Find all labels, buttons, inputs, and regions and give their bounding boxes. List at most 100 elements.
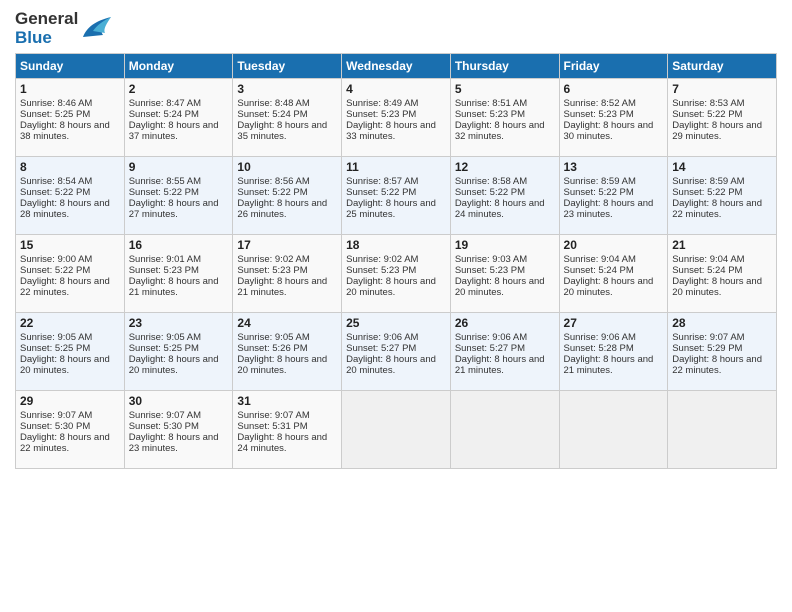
daylight-text: Daylight: 8 hours and 35 minutes. [237, 120, 327, 142]
sunset-text: Sunset: 5:22 PM [237, 187, 307, 198]
sunrise-text: Sunrise: 9:07 AM [672, 332, 744, 343]
calendar-cell: 13Sunrise: 8:59 AMSunset: 5:22 PMDayligh… [559, 157, 668, 235]
calendar-cell: 18Sunrise: 9:02 AMSunset: 5:23 PMDayligh… [342, 235, 451, 313]
day-number: 12 [455, 160, 555, 174]
day-number: 16 [129, 238, 229, 252]
sunset-text: Sunset: 5:23 PM [346, 265, 416, 276]
calendar-cell: 25Sunrise: 9:06 AMSunset: 5:27 PMDayligh… [342, 313, 451, 391]
day-header-wednesday: Wednesday [342, 54, 451, 79]
sunset-text: Sunset: 5:30 PM [20, 421, 90, 432]
sunrise-text: Sunrise: 9:03 AM [455, 254, 527, 265]
daylight-text: Daylight: 8 hours and 24 minutes. [237, 432, 327, 454]
daylight-text: Daylight: 8 hours and 20 minutes. [346, 276, 436, 298]
sunset-text: Sunset: 5:22 PM [20, 187, 90, 198]
daylight-text: Daylight: 8 hours and 21 minutes. [564, 354, 654, 376]
sunrise-text: Sunrise: 9:07 AM [237, 410, 309, 421]
day-number: 25 [346, 316, 446, 330]
daylight-text: Daylight: 8 hours and 29 minutes. [672, 120, 762, 142]
daylight-text: Daylight: 8 hours and 26 minutes. [237, 198, 327, 220]
sunrise-text: Sunrise: 9:05 AM [129, 332, 201, 343]
calendar-cell: 12Sunrise: 8:58 AMSunset: 5:22 PMDayligh… [450, 157, 559, 235]
calendar-cell: 28 Sunrise: 9:07 AMSunset: 5:29 PMDayligh… [668, 313, 777, 391]
sunset-text: Sunset: 5:24 PM [129, 109, 199, 120]
calendar-cell: 22Sunrise: 9:05 AMSunset: 5:25 PMDayligh… [16, 313, 125, 391]
daylight-text: Daylight: 8 hours and 25 minutes. [346, 198, 436, 220]
sunset-text: Sunset: 5:23 PM [564, 109, 634, 120]
calendar-cell: 20Sunrise: 9:04 AMSunset: 5:24 PMDayligh… [559, 235, 668, 313]
daylight-text: Daylight: 8 hours and 23 minutes. [564, 198, 654, 220]
day-number: 26 [455, 316, 555, 330]
calendar-cell: 15Sunrise: 9:00 AMSunset: 5:22 PMDayligh… [16, 235, 125, 313]
day-header-thursday: Thursday [450, 54, 559, 79]
daylight-text: Daylight: 8 hours and 22 minutes. [672, 354, 762, 376]
daylight-text: Daylight: 8 hours and 20 minutes. [672, 276, 762, 298]
calendar-cell: 4Sunrise: 8:49 AMSunset: 5:23 PMDaylight… [342, 79, 451, 157]
calendar-cell: 30Sunrise: 9:07 AMSunset: 5:30 PMDayligh… [124, 391, 233, 469]
sunset-text: Sunset: 5:22 PM [564, 187, 634, 198]
day-number: 5 [455, 82, 555, 96]
daylight-text: Daylight: 8 hours and 21 minutes. [237, 276, 327, 298]
calendar-cell: 1Sunrise: 8:46 AMSunset: 5:25 PMDaylight… [16, 79, 125, 157]
calendar-table: SundayMondayTuesdayWednesdayThursdayFrid… [15, 53, 777, 469]
sunrise-text: Sunrise: 8:55 AM [129, 176, 201, 187]
sunset-text: Sunset: 5:22 PM [129, 187, 199, 198]
daylight-text: Daylight: 8 hours and 38 minutes. [20, 120, 110, 142]
sunset-text: Sunset: 5:31 PM [237, 421, 307, 432]
daylight-text: Daylight: 8 hours and 20 minutes. [455, 276, 545, 298]
day-number: 14 [672, 160, 772, 174]
calendar-cell: 7Sunrise: 8:53 AMSunset: 5:22 PMDaylight… [668, 79, 777, 157]
sunset-text: Sunset: 5:22 PM [672, 109, 742, 120]
calendar-cell: 3Sunrise: 8:48 AMSunset: 5:24 PMDaylight… [233, 79, 342, 157]
day-number: 13 [564, 160, 664, 174]
logo-blue-text: Blue [15, 29, 78, 48]
calendar-cell: 5Sunrise: 8:51 AMSunset: 5:23 PMDaylight… [450, 79, 559, 157]
sunset-text: Sunset: 5:23 PM [455, 109, 525, 120]
logo: General Blue [15, 10, 111, 47]
daylight-text: Daylight: 8 hours and 22 minutes. [672, 198, 762, 220]
logo-bird-icon [81, 13, 111, 41]
sunset-text: Sunset: 5:23 PM [129, 265, 199, 276]
sunset-text: Sunset: 5:24 PM [672, 265, 742, 276]
sunrise-text: Sunrise: 8:59 AM [672, 176, 744, 187]
day-number: 9 [129, 160, 229, 174]
sunset-text: Sunset: 5:30 PM [129, 421, 199, 432]
day-number: 8 [20, 160, 120, 174]
sunrise-text: Sunrise: 8:54 AM [20, 176, 92, 187]
day-number: 30 [129, 394, 229, 408]
sunrise-text: Sunrise: 9:02 AM [237, 254, 309, 265]
sunrise-text: Sunrise: 9:07 AM [129, 410, 201, 421]
sunrise-text: Sunrise: 8:51 AM [455, 98, 527, 109]
header-row: General Blue [15, 10, 777, 47]
calendar-cell: 9Sunrise: 8:55 AMSunset: 5:22 PMDaylight… [124, 157, 233, 235]
sunrise-text: Sunrise: 8:47 AM [129, 98, 201, 109]
day-number: 1 [20, 82, 120, 96]
sunrise-text: Sunrise: 8:48 AM [237, 98, 309, 109]
daylight-text: Daylight: 8 hours and 20 minutes. [237, 354, 327, 376]
day-number: 31 [237, 394, 337, 408]
day-number: 24 [237, 316, 337, 330]
day-number: 28 [672, 316, 772, 330]
day-header-row: SundayMondayTuesdayWednesdayThursdayFrid… [16, 54, 777, 79]
calendar-week-row: 22Sunrise: 9:05 AMSunset: 5:25 PMDayligh… [16, 313, 777, 391]
calendar-cell: 16Sunrise: 9:01 AMSunset: 5:23 PMDayligh… [124, 235, 233, 313]
sunrise-text: Sunrise: 8:56 AM [237, 176, 309, 187]
sunrise-text: Sunrise: 9:05 AM [20, 332, 92, 343]
sunset-text: Sunset: 5:23 PM [346, 109, 416, 120]
calendar-cell: 24Sunrise: 9:05 AMSunset: 5:26 PMDayligh… [233, 313, 342, 391]
day-number: 29 [20, 394, 120, 408]
calendar-cell: 26Sunrise: 9:06 AMSunset: 5:27 PMDayligh… [450, 313, 559, 391]
daylight-text: Daylight: 8 hours and 22 minutes. [20, 432, 110, 454]
day-number: 22 [20, 316, 120, 330]
calendar-cell: 14 Sunrise: 8:59 AMSunset: 5:22 PMDayligh… [668, 157, 777, 235]
sunset-text: Sunset: 5:22 PM [672, 187, 742, 198]
calendar-cell: 11Sunrise: 8:57 AMSunset: 5:22 PMDayligh… [342, 157, 451, 235]
sunset-text: Sunset: 5:22 PM [20, 265, 90, 276]
sunset-text: Sunset: 5:25 PM [129, 343, 199, 354]
sunrise-text: Sunrise: 9:06 AM [455, 332, 527, 343]
day-number: 18 [346, 238, 446, 252]
calendar-cell [342, 391, 451, 469]
day-number: 27 [564, 316, 664, 330]
calendar-cell: 19Sunrise: 9:03 AMSunset: 5:23 PMDayligh… [450, 235, 559, 313]
daylight-text: Daylight: 8 hours and 20 minutes. [20, 354, 110, 376]
sunset-text: Sunset: 5:29 PM [672, 343, 742, 354]
